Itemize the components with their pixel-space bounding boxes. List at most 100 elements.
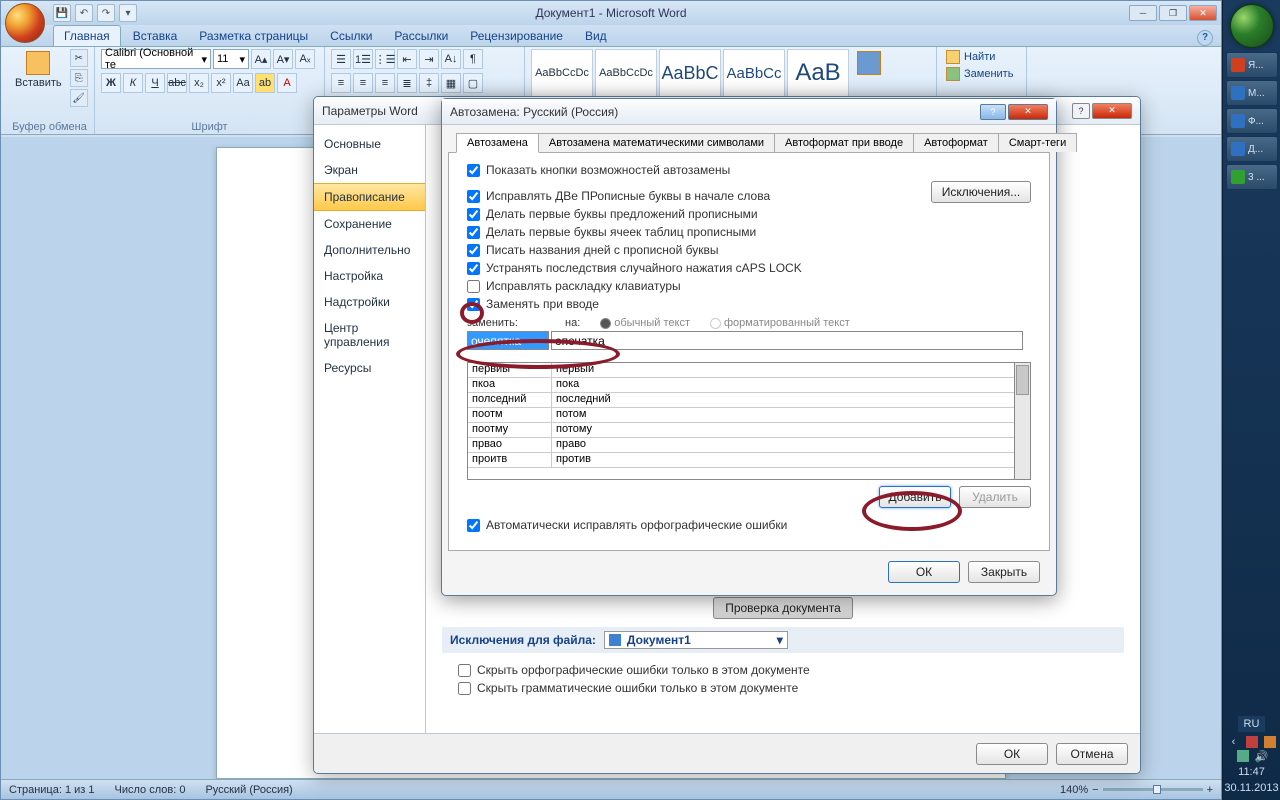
qat-redo-icon[interactable]: ↷ — [97, 4, 115, 22]
subscript-button[interactable]: x₂ — [189, 73, 209, 93]
tab-review[interactable]: Рецензирование — [460, 26, 573, 46]
cat-advanced[interactable]: Дополнительно — [314, 237, 425, 263]
font-color-button[interactable]: A — [277, 73, 297, 93]
taskbar-item[interactable]: Ф... — [1226, 108, 1278, 134]
status-page[interactable]: Страница: 1 из 1 — [9, 784, 95, 796]
capslock-checkbox[interactable]: Устранять последствия случайного нажатия… — [467, 259, 1031, 277]
replace-input[interactable] — [467, 331, 549, 350]
cat-display[interactable]: Экран — [314, 157, 425, 183]
borders-icon[interactable]: ▢ — [463, 73, 483, 93]
lang-indicator[interactable]: RU — [1238, 716, 1266, 732]
tray-chevron-icon[interactable]: ‹ — [1228, 736, 1240, 748]
office-button[interactable] — [5, 3, 45, 43]
shrink-font-icon[interactable]: A▾ — [273, 49, 293, 69]
cat-addins[interactable]: Надстройки — [314, 289, 425, 315]
zoom-thumb[interactable] — [1153, 785, 1161, 794]
style-heading2[interactable]: AaBbCc — [723, 49, 785, 97]
find-button[interactable]: Найти — [943, 49, 1020, 65]
tray-flag-icon[interactable] — [1246, 736, 1258, 748]
strike-button[interactable]: abc — [167, 73, 187, 93]
auto-spell-checkbox[interactable]: Автоматически исправлять орфографические… — [467, 516, 1031, 534]
exceptions-button[interactable]: Исключения... — [931, 181, 1031, 203]
cat-customize[interactable]: Настройка — [314, 263, 425, 289]
ac-tab-autocorrect[interactable]: Автозамена — [456, 133, 539, 153]
cat-trust[interactable]: Центр управления — [314, 315, 425, 355]
copy-icon[interactable]: ⎘ — [70, 69, 88, 87]
start-button[interactable] — [1230, 4, 1274, 48]
replace-type-checkbox[interactable]: Заменять при вводе — [467, 295, 1031, 313]
indent-icon[interactable]: ⇥ — [419, 49, 439, 69]
qat-undo-icon[interactable]: ↶ — [75, 4, 93, 22]
replace-button[interactable]: Заменить — [943, 66, 1020, 82]
tab-view[interactable]: Вид — [575, 26, 617, 46]
show-marks-icon[interactable]: ¶ — [463, 49, 483, 69]
taskbar-item[interactable]: Д... — [1226, 136, 1278, 162]
clock-time[interactable]: 11:47 — [1223, 764, 1280, 780]
hide-grammar-checkbox[interactable]: Скрыть грамматические ошибки только в эт… — [442, 679, 1124, 697]
numbering-icon[interactable]: 1☰ — [353, 49, 373, 69]
tab-home[interactable]: Главная — [53, 25, 121, 46]
qat-customize-icon[interactable]: ▾ — [119, 4, 137, 22]
ac-tab-autoformat[interactable]: Автоформат — [913, 133, 999, 152]
close-button[interactable]: ✕ — [1189, 5, 1217, 21]
font-size-select[interactable]: 11▾ — [213, 49, 249, 69]
style-heading1[interactable]: AaBbC — [659, 49, 721, 97]
sort-icon[interactable]: A↓ — [441, 49, 461, 69]
style-gallery[interactable]: AaBbCcDc AaBbCcDc AaBbC AaBbCc AaB — [531, 49, 849, 97]
cap-days-checkbox[interactable]: Писать названия дней с прописной буквы — [467, 241, 1031, 259]
minimize-button[interactable]: ─ — [1129, 5, 1157, 21]
align-left-icon[interactable]: ≡ — [331, 73, 351, 93]
change-styles-button[interactable] — [853, 49, 885, 79]
check-document-button[interactable]: Проверка документа — [713, 597, 853, 619]
ac-close-button[interactable]: ✕ — [1008, 104, 1048, 120]
taskbar-item[interactable]: Я... — [1226, 52, 1278, 78]
hide-spell-checkbox[interactable]: Скрыть орфографические ошибки только в э… — [442, 661, 1124, 679]
taskbar-item[interactable]: 3 ... — [1226, 164, 1278, 190]
options-ok-button[interactable]: ОК — [976, 743, 1048, 765]
cat-proofing[interactable]: Правописание — [314, 183, 425, 211]
align-center-icon[interactable]: ≡ — [353, 73, 373, 93]
plain-text-radio[interactable]: обычный текст — [600, 317, 690, 329]
help-icon[interactable]: ? — [1197, 30, 1213, 46]
status-lang[interactable]: Русский (Россия) — [205, 784, 292, 796]
paste-button[interactable]: Вставить — [11, 49, 66, 91]
justify-icon[interactable]: ≣ — [397, 73, 417, 93]
autocorrect-table[interactable]: первйыпервый пкоапока полседнийпоследний… — [467, 362, 1031, 480]
bold-button[interactable]: Ж — [101, 73, 121, 93]
dedent-icon[interactable]: ⇤ — [397, 49, 417, 69]
status-words[interactable]: Число слов: 0 — [115, 784, 186, 796]
add-button[interactable]: Добавить — [879, 486, 951, 508]
ac-tab-smarttags[interactable]: Смарт-теги — [998, 133, 1077, 152]
tab-layout[interactable]: Разметка страницы — [189, 26, 318, 46]
ac-help-button[interactable]: ? — [980, 104, 1006, 120]
style-nospacing[interactable]: AaBbCcDc — [595, 49, 657, 97]
with-input[interactable] — [551, 331, 1023, 350]
tab-insert[interactable]: Вставка — [123, 26, 188, 46]
format-painter-icon[interactable]: 🖌 — [70, 89, 88, 107]
zoom-slider[interactable] — [1103, 788, 1203, 791]
scrollbar-thumb[interactable] — [1016, 365, 1029, 395]
formatted-text-radio[interactable]: форматированный текст — [710, 317, 850, 329]
align-right-icon[interactable]: ≡ — [375, 73, 395, 93]
cut-icon[interactable]: ✂ — [70, 49, 88, 67]
bullets-icon[interactable]: ☰ — [331, 49, 351, 69]
ac-ok-button[interactable]: ОК — [888, 561, 960, 583]
underline-button[interactable]: Ч — [145, 73, 165, 93]
show-buttons-checkbox[interactable]: Показать кнопки возможностей автозамены — [467, 161, 1031, 179]
options-help-icon[interactable]: ? — [1072, 103, 1090, 119]
exceptions-file-select[interactable]: Документ1▾ — [604, 631, 788, 649]
keyboard-checkbox[interactable]: Исправлять раскладку клавиатуры — [467, 277, 1031, 295]
ac-close-button-footer[interactable]: Закрыть — [968, 561, 1040, 583]
clock-date[interactable]: 30.11.2013 — [1223, 780, 1280, 796]
qat-save-icon[interactable]: 💾 — [53, 4, 71, 22]
shading-icon[interactable]: ▦ — [441, 73, 461, 93]
maximize-button[interactable]: ❐ — [1159, 5, 1187, 21]
cat-save[interactable]: Сохранение — [314, 211, 425, 237]
zoom-control[interactable]: 140% − + — [1060, 784, 1213, 796]
tray-volume-icon[interactable]: 🔊 — [1255, 750, 1267, 762]
multilevel-icon[interactable]: ⋮☰ — [375, 49, 395, 69]
grow-font-icon[interactable]: A▴ — [251, 49, 271, 69]
ac-tab-autoformat-typing[interactable]: Автоформат при вводе — [774, 133, 914, 152]
cap-cells-checkbox[interactable]: Делать первые буквы ячеек таблиц прописн… — [467, 223, 1031, 241]
tab-mail[interactable]: Рассылки — [384, 26, 458, 46]
